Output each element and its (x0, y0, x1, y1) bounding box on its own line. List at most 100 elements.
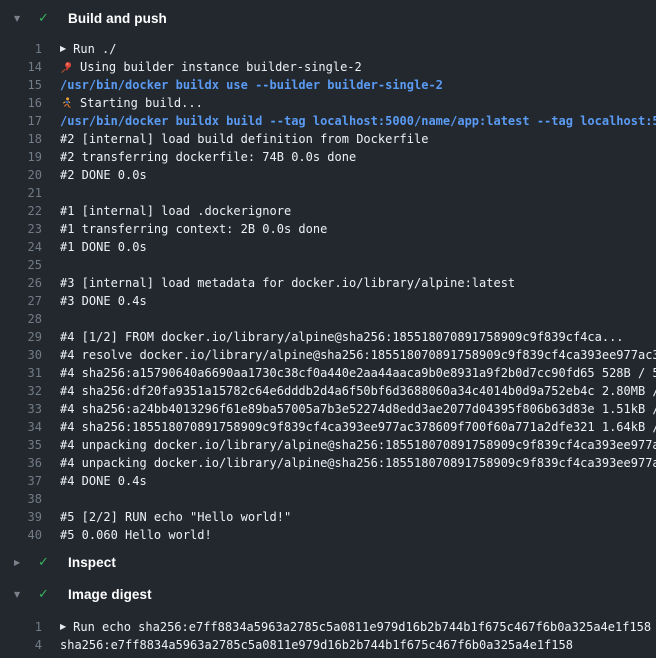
log-text: #2 DONE 0.0s (60, 166, 147, 184)
success-check-icon: ✓ (38, 555, 54, 570)
section-title: Image digest (68, 587, 152, 602)
log-block: 1 ▶ Run echo sha256:e7ff8834a5963a2785c5a0… (0, 618, 656, 654)
log-section-image-digest: ▼ ✓ Image digest 1 ▶ Run echo sha256:e7ff8834… (0, 584, 656, 654)
log-section-inspect: ▶ ✓ Inspect (0, 552, 656, 572)
line-number[interactable]: 38 (0, 490, 42, 508)
log-line: 31 #4 sha256:a15790640a6690aa1730c38cf0a4… (0, 364, 656, 382)
line-number[interactable]: 28 (0, 310, 42, 328)
log-text: #5 [2/2] RUN echo "Hello world!" (60, 508, 291, 526)
pushpin-emoji (60, 58, 74, 76)
section-header-build-and-push[interactable]: ▼ ✓ Build and push (0, 8, 656, 28)
line-number[interactable]: 17 (0, 112, 42, 130)
expand-step-icon[interactable]: ▶ (60, 40, 66, 58)
line-number[interactable]: 24 (0, 238, 42, 256)
line-number[interactable]: 33 (0, 400, 42, 418)
line-number[interactable]: 18 (0, 130, 42, 148)
log-line: 36 #4 unpacking docker.io/library/alpine@… (0, 454, 656, 472)
log-text: #3 DONE 0.4s (60, 292, 147, 310)
line-number[interactable]: 39 (0, 508, 42, 526)
line-number[interactable]: 36 (0, 454, 42, 472)
log-line: 1 ▶ Run ./ (0, 40, 656, 58)
section-header-image-digest[interactable]: ▼ ✓ Image digest (0, 584, 656, 604)
log-line: 27 #3 DONE 0.4s (0, 292, 656, 310)
line-number[interactable]: 19 (0, 148, 42, 166)
log-text: Starting build... (80, 94, 203, 112)
log-line: 17/usr/bin/docker buildx build --tag loc… (0, 112, 656, 130)
log-line: 16 Starting build... (0, 94, 656, 112)
log-text: #2 transferring dockerfile: 74B 0.0s don… (60, 148, 356, 166)
section-header-inspect[interactable]: ▶ ✓ Inspect (0, 552, 656, 572)
chevron-down-icon[interactable]: ▼ (14, 14, 28, 23)
log-line: 29 #4 [1/2] FROM docker.io/library/alpine… (0, 328, 656, 346)
log-text: #1 transferring context: 2B 0.0s done (60, 220, 327, 238)
line-number[interactable]: 35 (0, 436, 42, 454)
log-line: 37#4 DONE 0.4s (0, 472, 656, 490)
line-number[interactable]: 1 (0, 40, 42, 58)
log-text: sha256:e7ff8834a5963a2785c5a0811e979d16b… (60, 636, 573, 654)
expand-step-icon[interactable]: ▶ (60, 618, 66, 636)
log-block: 1 ▶ Run ./14Using builder instance builder… (0, 40, 656, 544)
log-text: #4 unpacking docker.io/library/alpine@sh… (60, 436, 656, 454)
runner-emoji (60, 94, 74, 112)
log-line: 4 sha256:e7ff8834a5963a2785c5a0811e979d16… (0, 636, 656, 654)
log-text: #3 [internal] load metadata for docker.i… (60, 274, 515, 292)
success-check-icon: ✓ (38, 11, 54, 26)
line-number[interactable]: 27 (0, 292, 42, 310)
section-title: Build and push (68, 11, 167, 26)
line-number[interactable]: 25 (0, 256, 42, 274)
log-line: 28 (0, 310, 656, 328)
log-line: 35 #4 unpacking docker.io/library/alpine@… (0, 436, 656, 454)
line-number[interactable]: 34 (0, 418, 42, 436)
run-step-label[interactable]: Run ./ (73, 40, 116, 58)
log-text: #5 0.060 Hello world! (60, 526, 212, 544)
run-step-label[interactable]: Run echo sha256:e7ff8834a5963a2785c5a081… (73, 618, 651, 636)
log-line: 14Using builder instance builder-single-… (0, 58, 656, 76)
line-number[interactable]: 37 (0, 472, 42, 490)
line-number[interactable]: 14 (0, 58, 42, 76)
line-number[interactable]: 32 (0, 382, 42, 400)
line-number[interactable]: 20 (0, 166, 42, 184)
line-number[interactable]: 4 (0, 636, 42, 654)
success-check-icon: ✓ (38, 587, 54, 602)
log-line: 22 #1 [internal] load .dockerignore (0, 202, 656, 220)
line-number[interactable]: 23 (0, 220, 42, 238)
chevron-down-icon[interactable]: ▼ (14, 590, 28, 599)
log-line: 34 #4 sha256:185518070891758909c9f839cf4c… (0, 418, 656, 436)
log-line: 39 #5 [2/2] RUN echo "Hello world!" (0, 508, 656, 526)
command-text: /usr/bin/docker buildx build --tag local… (60, 112, 656, 130)
log-line: 38 (0, 490, 656, 508)
line-number[interactable]: 40 (0, 526, 42, 544)
log-line: 24 #1 DONE 0.0s (0, 238, 656, 256)
line-number[interactable]: 22 (0, 202, 42, 220)
line-number[interactable]: 21 (0, 184, 42, 202)
line-number[interactable]: 1 (0, 618, 42, 636)
chevron-right-icon[interactable]: ▶ (14, 558, 28, 567)
line-number[interactable]: 31 (0, 364, 42, 382)
line-number[interactable]: 30 (0, 346, 42, 364)
log-line: 32#4 sha256:df20fa9351a15782c64e6dddb2d4… (0, 382, 656, 400)
log-line: 1 ▶ Run echo sha256:e7ff8834a5963a2785c5a0… (0, 618, 656, 636)
log-text: #4 [1/2] FROM docker.io/library/alpine@s… (60, 328, 624, 346)
log-line: 18#2 [internal] load build definition fr… (0, 130, 656, 148)
log-line: 30 #4 resolve docker.io/library/alpine@sh… (0, 346, 656, 364)
log-line: 19 #2 transferring dockerfile: 74B 0.0s d… (0, 148, 656, 166)
log-line: 25 (0, 256, 656, 274)
log-text: #4 resolve docker.io/library/alpine@sha2… (60, 346, 656, 364)
line-number[interactable]: 15 (0, 76, 42, 94)
log-line: 33#4 sha256:a24bb4013296f61e89ba57005a7b… (0, 400, 656, 418)
log-text: #1 DONE 0.0s (60, 238, 147, 256)
log-line: 23 #1 transferring context: 2B 0.0s done (0, 220, 656, 238)
workflow-log-viewer: ▼ ✓ Build and push 1 ▶ Run ./14Using builder … (0, 0, 656, 658)
log-text: #4 sha256:a15790640a6690aa1730c38cf0a440… (60, 364, 656, 382)
line-number[interactable]: 26 (0, 274, 42, 292)
log-line: 40 #5 0.060 Hello world! (0, 526, 656, 544)
log-text: #4 sha256:185518070891758909c9f839cf4ca3… (60, 418, 656, 436)
line-number[interactable]: 29 (0, 328, 42, 346)
section-title: Inspect (68, 555, 116, 570)
log-text: #1 [internal] load .dockerignore (60, 202, 291, 220)
log-section-build-and-push: ▼ ✓ Build and push 1 ▶ Run ./14Using builder … (0, 8, 656, 544)
log-text: #4 unpacking docker.io/library/alpine@sh… (60, 454, 656, 472)
log-line: 15/usr/bin/docker buildx use --builder b… (0, 76, 656, 94)
log-line: 26 #3 [internal] load metadata for docker… (0, 274, 656, 292)
line-number[interactable]: 16 (0, 94, 42, 112)
